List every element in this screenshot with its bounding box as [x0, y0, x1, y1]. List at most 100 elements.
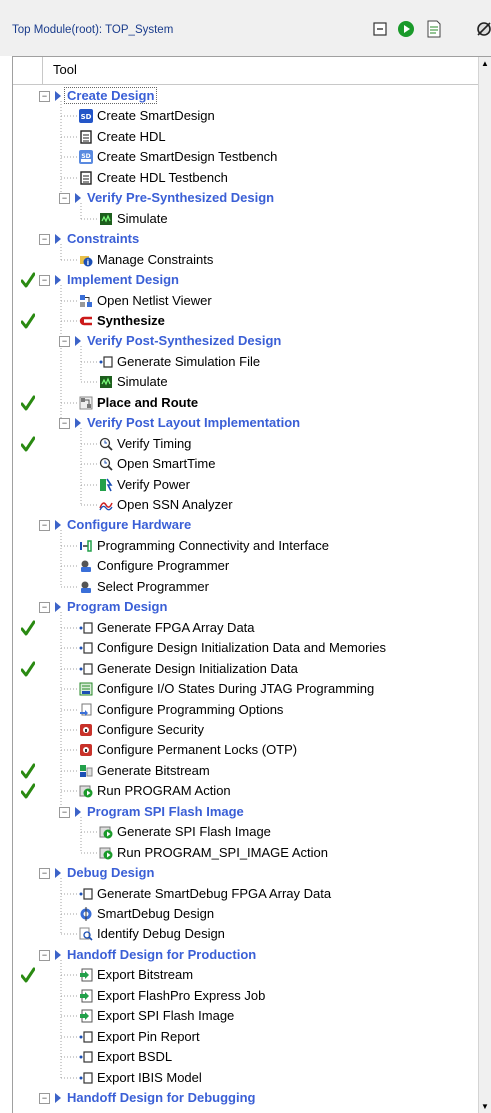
collapse-toggle-icon[interactable]: − [59, 336, 70, 347]
tree-item-label: Configure Programming Options [97, 702, 284, 717]
tree-item-label: Export Pin Report [97, 1029, 200, 1044]
tree-item-configure-i-o-states-during-jtag-programming[interactable]: Configure I/O States During JTAG Program… [13, 679, 479, 699]
collapse-toggle-icon[interactable]: − [39, 950, 50, 961]
tree-item-generate-spi-flash-image[interactable]: Generate SPI Flash Image [13, 822, 479, 842]
tree-category-program-design[interactable]: − Program Design [13, 597, 479, 617]
tree-category-create-design[interactable]: − Create Design [13, 86, 479, 106]
tree-item-generate-smartdebug-fpga-array-data[interactable]: Generate SmartDebug FPGA Array Data [13, 884, 479, 904]
tree-item-synthesize[interactable]: Synthesize [13, 311, 479, 331]
category-arrow-icon [55, 868, 61, 878]
tree-item-run-program-spi-image-action[interactable]: Run PROGRAM_SPI_IMAGE Action [13, 843, 479, 863]
tree-category-verify-post-layout-implementation[interactable]: − Verify Post Layout Implementation [13, 413, 479, 433]
tree-category-label: Program SPI Flash Image [87, 804, 244, 819]
collapse-toggle-icon[interactable]: − [59, 418, 70, 429]
tree-item-label: Verify Power [117, 477, 190, 492]
completed-check-icon [21, 783, 35, 799]
export-icon [79, 968, 93, 982]
timing-icon [99, 457, 113, 471]
tree-item-configure-programming-options[interactable]: Configure Programming Options [13, 700, 479, 720]
tree-item-create-smartdesign[interactable]: SD Create SmartDesign [13, 106, 479, 126]
category-arrow-icon [55, 602, 61, 612]
tree-item-create-hdl-testbench[interactable]: Create HDL Testbench [13, 168, 479, 188]
tree-item-label: Configure Programmer [97, 558, 230, 573]
collapse-toggle-icon[interactable]: − [39, 91, 50, 102]
tree-category-program-spi-flash-image[interactable]: − Program SPI Flash Image [13, 802, 479, 822]
tree-item-open-smarttime[interactable]: Open SmartTime [13, 454, 479, 474]
tree-item-configure-security[interactable]: Configure Security [13, 720, 479, 740]
collapse-icon[interactable] [371, 20, 389, 38]
collapse-toggle-icon[interactable]: − [39, 868, 50, 879]
tree-item-simulate[interactable]: Simulate [13, 209, 479, 229]
tree-category-debug-design[interactable]: − Debug Design [13, 863, 479, 883]
tree-item-identify-debug-design[interactable]: Identify Debug Design [13, 924, 479, 944]
scroll-down-arrow-icon[interactable]: ▼ [481, 1102, 489, 1111]
connectivity-icon [79, 539, 93, 553]
collapse-toggle-icon[interactable]: − [39, 602, 50, 613]
tree-category-configure-hardware[interactable]: − Configure Hardware [13, 515, 479, 535]
tree-category-handoff-design-for-production[interactable]: − Handoff Design for Production [13, 945, 479, 965]
tree-category-label: Program Design [67, 599, 168, 614]
place-and-route-icon [79, 396, 93, 410]
tree-item-export-bsdl[interactable]: Export BSDL [13, 1047, 479, 1067]
completed-check-icon [21, 272, 35, 288]
tree-item-programming-connectivity-and-interface[interactable]: Programming Connectivity and Interface [13, 536, 479, 556]
tree-item-create-smartdesign-testbench[interactable]: SD Create SmartDesign Testbench [13, 147, 479, 167]
tree-item-open-netlist-viewer[interactable]: Open Netlist Viewer [13, 291, 479, 311]
category-arrow-icon [75, 336, 81, 346]
tree-item-label: Generate Simulation File [117, 354, 261, 369]
collapse-toggle-icon[interactable]: − [39, 1093, 50, 1104]
tree-item-smartdebug-design[interactable]: SmartDebug Design [13, 904, 479, 924]
tree-item-export-flashpro-express-job[interactable]: Export FlashPro Express Job [13, 986, 479, 1006]
options-icon[interactable] [475, 20, 491, 38]
tree-item-label: Generate Design Initialization Data [97, 661, 298, 676]
run-icon[interactable] [397, 20, 415, 38]
tree-item-verify-timing[interactable]: Verify Timing [13, 434, 479, 454]
tree-item-configure-permanent-locks-otp[interactable]: Configure Permanent Locks (OTP) [13, 740, 479, 760]
report-icon[interactable] [425, 20, 443, 38]
export-icon [79, 989, 93, 1003]
tree-item-label: Verify Timing [117, 436, 192, 451]
tree-item-export-bitstream[interactable]: Export Bitstream [13, 965, 479, 985]
tree-item-label: Export BSDL [97, 1049, 173, 1064]
tree-item-configure-design-initialization-data-and-memories[interactable]: Configure Design Initialization Data and… [13, 638, 479, 658]
tree-item-open-ssn-analyzer[interactable]: Open SSN Analyzer [13, 495, 479, 515]
tree-item-label: Run PROGRAM_SPI_IMAGE Action [117, 845, 328, 860]
tree-item-label: Generate SmartDebug FPGA Array Data [97, 886, 332, 901]
collapse-toggle-icon[interactable]: − [39, 275, 50, 286]
scroll-up-arrow-icon[interactable]: ▲ [481, 59, 489, 68]
collapse-toggle-icon[interactable]: − [39, 234, 50, 245]
tree-item-label: Export Bitstream [97, 967, 194, 982]
collapse-toggle-icon[interactable]: − [59, 807, 70, 818]
tree-item-export-spi-flash-image[interactable]: Export SPI Flash Image [13, 1006, 479, 1026]
tree-item-configure-programmer[interactable]: Configure Programmer [13, 556, 479, 576]
tree-item-export-ibis-model[interactable]: Export IBIS Model [13, 1068, 479, 1088]
constraints-icon: i [79, 253, 93, 267]
collapse-toggle-icon[interactable]: − [39, 520, 50, 531]
tree-category-implement-design[interactable]: − Implement Design [13, 270, 479, 290]
tree-category-constraints[interactable]: − Constraints [13, 229, 479, 249]
tree-item-label: Synthesize [97, 313, 165, 328]
vertical-scrollbar[interactable]: ▲ ▼ [478, 57, 491, 1113]
tree-item-label: Configure I/O States During JTAG Program… [97, 681, 375, 696]
tree-item-generate-bitstream[interactable]: Generate Bitstream [13, 761, 479, 781]
tree-item-verify-power[interactable]: Verify Power [13, 475, 479, 495]
tree-item-manage-constraints[interactable]: i Manage Constraints [13, 250, 479, 270]
tree-item-run-program-action[interactable]: Run PROGRAM Action [13, 781, 479, 801]
tree-category-handoff-design-for-debugging[interactable]: − Handoff Design for Debugging [13, 1088, 479, 1108]
tree-item-generate-design-initialization-data[interactable]: Generate Design Initialization Data [13, 659, 479, 679]
tree-item-generate-fpga-array-data[interactable]: Generate FPGA Array Data [13, 618, 479, 638]
tree-item-simulate[interactable]: Simulate [13, 372, 479, 392]
tree-category-label: Create Design [64, 87, 158, 104]
tree-item-label: Configure Permanent Locks (OTP) [97, 742, 298, 757]
hdl-document-icon [79, 171, 93, 185]
tree-category-verify-post-synthesized-design[interactable]: − Verify Post-Synthesized Design [13, 331, 479, 351]
smartdebug-icon [79, 907, 93, 921]
tree-item-export-pin-report[interactable]: Export Pin Report [13, 1027, 479, 1047]
tree-item-place-and-route[interactable]: Place and Route [13, 393, 479, 413]
tree-category-verify-pre-synthesized-design[interactable]: − Verify Pre-Synthesized Design [13, 188, 479, 208]
tree-item-select-programmer[interactable]: Select Programmer [13, 577, 479, 597]
tree-item-create-hdl[interactable]: Create HDL [13, 127, 479, 147]
tree-item-label: Create HDL [97, 129, 166, 144]
tree-item-generate-simulation-file[interactable]: Generate Simulation File [13, 352, 479, 372]
collapse-toggle-icon[interactable]: − [59, 193, 70, 204]
